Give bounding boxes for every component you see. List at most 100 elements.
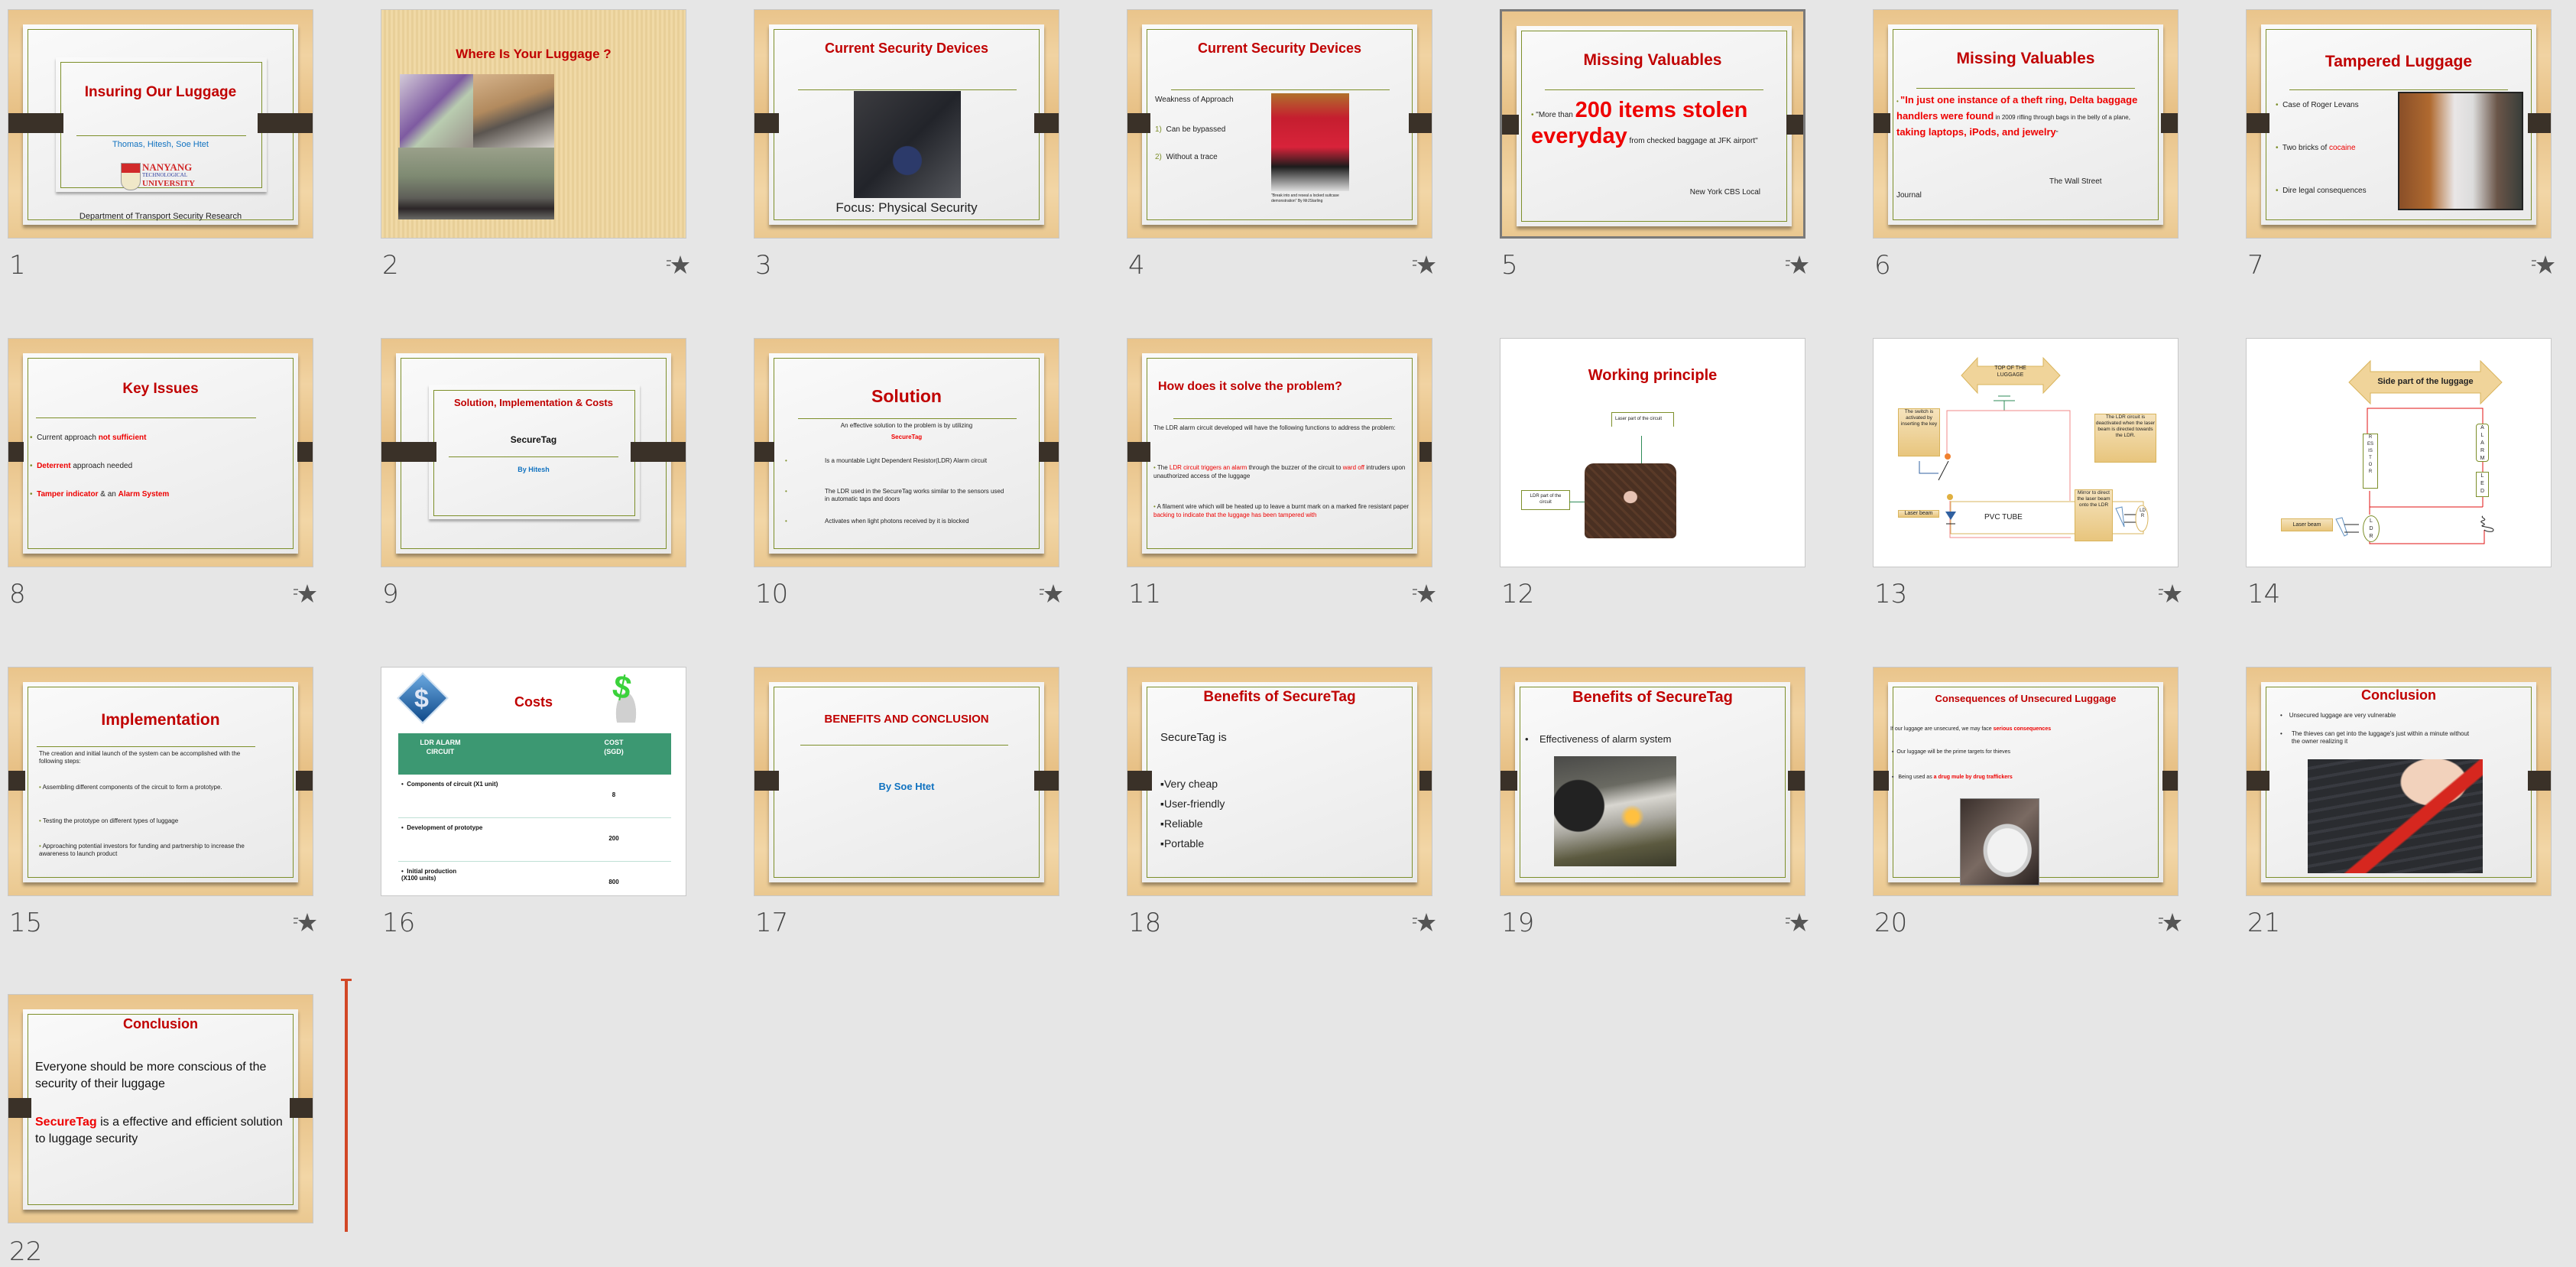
slide-number: 4 (1128, 250, 1145, 281)
slide-title: Working principle (1588, 367, 1718, 384)
bullet-highlight: a drug mule by drug traffickers (1933, 775, 2013, 780)
photo-credit: "Break into and reseal a locked suitcase… (1271, 193, 1339, 203)
slide-intro: SecureTag is (1160, 731, 1227, 744)
slide-thumbnail-9[interactable]: Solution, Implementation & Costs SecureT… (381, 338, 686, 567)
slide-number: 19 (1501, 908, 1535, 938)
slide-thumbnail-21[interactable]: Conclusion • Unsecured luggage are very … (2246, 667, 2552, 896)
photo-red-suitcase (1271, 93, 1349, 191)
list-item-text: Very cheap (1163, 778, 1218, 790)
strap-right (1419, 442, 1432, 462)
bullet-item: • The thieves can get into the luggage's … (2280, 730, 2479, 746)
bullet-text: Effectiveness of alarm system (1539, 733, 1672, 745)
bullet-item: • Is a mountable Light Dependent Resistor… (785, 457, 1014, 465)
strap-right (1419, 771, 1432, 791)
strap-right (2528, 771, 2551, 791)
bullet-highlight: not sufficient (98, 434, 147, 442)
strap-right (1034, 113, 1059, 133)
slide-thumbnail-16[interactable]: $ Costs $ LDR ALARM CIRCUIT COST (SGD) •… (381, 667, 686, 896)
table-cell: 200 (608, 835, 619, 842)
slide-title: How does it solve the problem? (1158, 380, 1342, 393)
strap-right (2528, 113, 2551, 133)
slide-thumbnail-3[interactable]: Current Security Devices Focus: Physical… (754, 9, 1059, 239)
slide-title: Conclusion (2361, 687, 2436, 703)
animation-star-icon[interactable] (2159, 583, 2182, 603)
animation-star-icon[interactable] (1786, 912, 1809, 932)
bullet-text: A filament wire which will be heated up … (1157, 503, 1410, 510)
slide-thumbnail-15[interactable]: Implementation The creation and initial … (8, 667, 313, 896)
strap-left (754, 113, 779, 133)
slide-thumbnail-2[interactable]: Where Is Your Luggage ? (381, 9, 686, 239)
strap-left (8, 442, 24, 462)
slide-thumbnail-14[interactable]: Side part of the luggage RESISTOR ALARM … (2246, 338, 2552, 567)
slide-thumbnail-19[interactable]: Benefits of SecureTag • Effectiveness of… (1500, 667, 1805, 896)
slide-thumbnail-22[interactable]: Conclusion Everyone should be more consc… (8, 994, 313, 1223)
slide-thumbnail-11[interactable]: How does it solve the problem? The LDR a… (1127, 338, 1432, 567)
animation-star-icon[interactable] (294, 912, 316, 932)
slide-intro: The creation and initial launch of the s… (39, 750, 241, 765)
strap-left (1127, 771, 1152, 791)
strap-left (1501, 771, 1517, 791)
title-rule (798, 89, 1017, 90)
animation-star-icon[interactable] (1413, 912, 1436, 932)
slide-title: Key Issues (122, 381, 199, 397)
bullet-text: Case of Roger Levans (2282, 101, 2359, 109)
mirror-note: Mirror to direct the laser beam onto the… (2075, 489, 2113, 541)
slide-thumbnail-8[interactable]: Key Issues • Current approach not suffic… (8, 338, 313, 567)
table-cell: • Initial production (X100 units) (401, 868, 457, 882)
slide-thumbnail-17[interactable]: BENEFITS AND CONCLUSION By Soe Htet (754, 667, 1059, 896)
slide-number: 17 (755, 908, 789, 938)
quote-pre: "More than (1536, 111, 1575, 119)
ldr-label: LDR (2363, 515, 2380, 542)
slide-title: Current Security Devices (824, 41, 989, 56)
title-rule (800, 745, 1008, 746)
list-item: ▪Very cheap (1160, 778, 1218, 790)
animation-star-icon[interactable] (2159, 912, 2182, 932)
animation-star-icon[interactable] (1413, 583, 1436, 603)
animation-star-icon[interactable] (1786, 255, 1809, 275)
bullet-text: Testing the prototype on different types… (42, 817, 179, 824)
animation-star-icon[interactable] (2532, 255, 2555, 275)
slide-thumbnail-18[interactable]: Benefits of SecureTag SecureTag is ▪Very… (1127, 667, 1432, 896)
bullet-text: Current approach (37, 434, 99, 442)
animation-star-icon[interactable] (294, 583, 316, 603)
bullet-highlight: Alarm System (118, 490, 170, 499)
quote-source: New York CBS Local (1689, 188, 1760, 197)
bullet-item: • Activates when light photons received b… (785, 518, 1014, 525)
slide-thumbnail-5[interactable]: Missing Valuables • "More than 200 items… (1500, 9, 1805, 239)
slide-thumbnail-4[interactable]: Current Security Devices Weakness of App… (1127, 9, 1432, 239)
strap-right (1788, 771, 1805, 791)
animation-star-icon[interactable] (1413, 255, 1436, 275)
slide-title: Solution, Implementation & Costs (453, 397, 613, 408)
slide-quote: • "In just one instance of a theft ring,… (1896, 93, 2141, 140)
slide-number: 2 (382, 250, 399, 281)
slide-thumbnail-1[interactable]: Insuring Our Luggage Thomas, Hitesh, Soe… (8, 9, 313, 239)
slide-title: Tampered Luggage (2325, 53, 2473, 70)
strap-left (8, 113, 63, 133)
arrow-label: TOP OF THE LUGGAGE (1994, 365, 2026, 378)
bullet-text: Activates when light photons received by… (825, 518, 969, 525)
slide-thumbnail-6[interactable]: Missing Valuables • "In just one instanc… (1873, 9, 2179, 239)
slide-highlight: SecureTag (891, 434, 923, 440)
photo-drug-suitcase (1960, 798, 2039, 885)
slide-thumbnail-7[interactable]: Tampered Luggage • Case of Roger Levans … (2246, 9, 2552, 239)
slide-thumbnail-12[interactable]: Working principle Laser part of the circ… (1500, 338, 1805, 567)
bullet-text: Being used as (1898, 775, 1934, 780)
table-cell: 8 (612, 791, 616, 798)
slide-thumbnail-20[interactable]: Consequences of Unsecured Luggage If our… (1873, 667, 2179, 896)
benefit-list: ▪Very cheap ▪User-friendly ▪Reliable ▪Po… (1160, 774, 1225, 853)
photo-checkin (400, 74, 473, 148)
animation-star-icon[interactable] (1040, 583, 1063, 603)
ntu-logo: NANYANG TECHNOLOGICAL UNIVERSITY (121, 162, 211, 191)
slide-number: 6 (1874, 250, 1891, 281)
bullet-item: • Unsecured luggage are very vulnerable (2280, 712, 2396, 719)
slide-thumbnail-10[interactable]: Solution An effective solution to the pr… (754, 338, 1059, 567)
slide-number: 11 (1128, 579, 1162, 609)
slide-thumbnail-13[interactable]: TOP OF THE LUGGAGE The switch is activat… (1873, 338, 2179, 567)
slide-number: 5 (1501, 250, 1518, 281)
list-item-text: Can be bypassed (1166, 125, 1226, 134)
bullet-text: The LDR used in the SecureTag works simi… (825, 488, 1004, 502)
strap-left (1874, 113, 1890, 133)
bullet-text: Assembling different components of the c… (42, 784, 222, 791)
slide-subtitle: SecureTag (510, 434, 557, 445)
animation-star-icon[interactable] (667, 255, 689, 275)
